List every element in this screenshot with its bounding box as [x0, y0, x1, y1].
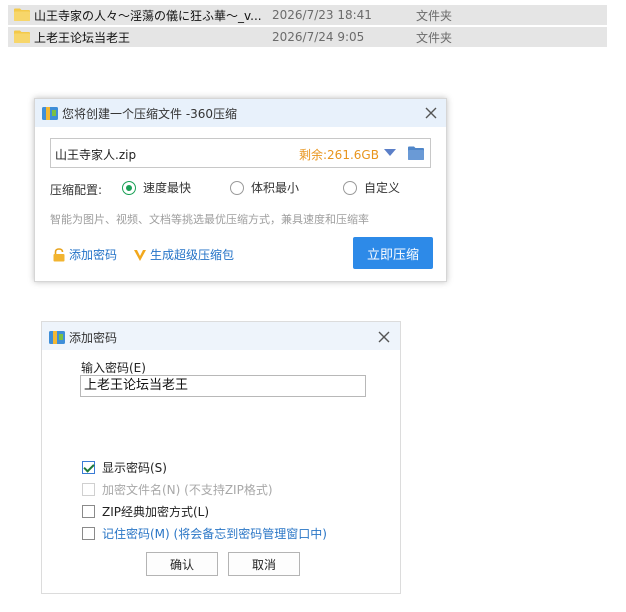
close-icon[interactable]	[423, 105, 439, 121]
checkbox-label: 显示密码(S)	[102, 461, 167, 475]
config-label: 压缩配置:	[50, 183, 103, 197]
checkbox-checked-icon	[82, 461, 95, 474]
file-name: 山王寺家の人々～淫蕩の儀に狂ふ華～_v...	[34, 8, 262, 23]
radio-custom[interactable]: 自定义	[343, 179, 400, 196]
archive-app-icon	[49, 331, 65, 344]
remember-label: 记住密码(M)	[102, 527, 170, 541]
vip-v-icon	[134, 249, 146, 261]
radio-label: 体积最小	[251, 181, 300, 195]
dialog-title: 您将创建一个压缩文件 -360压缩	[62, 107, 238, 121]
dialog-titlebar[interactable]: 添加密码	[42, 322, 400, 350]
password-input[interactable]: 上老王论坛当老王	[80, 375, 366, 397]
show-password-checkbox[interactable]: 显示密码(S)	[82, 459, 167, 476]
file-name: 上老王论坛当老王	[34, 30, 131, 45]
radio-smallest[interactable]: 体积最小	[230, 179, 299, 196]
radio-label: 速度最快	[143, 181, 192, 195]
file-date: 2026/7/24 9:05	[272, 30, 365, 44]
dialog-title: 添加密码	[69, 331, 118, 345]
config-hint: 智能为图片、视频、文档等挑选最优压缩方式，兼具速度和压缩率	[50, 213, 369, 226]
cancel-button[interactable]: 取消	[228, 552, 300, 576]
file-type: 文件夹	[416, 30, 453, 45]
free-space-label: 剩余:261.6GB	[299, 148, 379, 162]
file-row[interactable]: 山王寺家の人々～淫蕩の儀に狂ふ華～_v... 2026/7/23 18:41 文…	[8, 5, 607, 25]
checkbox-label: 加密文件名(N) (不支持ZIP格式)	[102, 483, 273, 497]
remember-note: (将会备忘到密码管理窗口中)	[173, 527, 327, 541]
archive-app-icon	[42, 107, 58, 120]
password-input-label: 输入密码(E)	[81, 361, 146, 375]
checkbox-icon	[82, 527, 95, 540]
compress-now-button[interactable]: 立即压缩	[353, 237, 433, 269]
dialog-titlebar[interactable]: 您将创建一个压缩文件 -360压缩	[35, 99, 446, 127]
close-icon[interactable]	[376, 329, 392, 345]
checkbox-icon	[82, 483, 95, 496]
archive-filename[interactable]: 山王寺家人.zip	[55, 146, 136, 163]
radio-icon	[230, 180, 244, 195]
file-type: 文件夹	[416, 8, 453, 23]
browse-folder-icon[interactable]	[408, 146, 424, 160]
file-date: 2026/7/23 18:41	[272, 8, 372, 22]
archive-path-field[interactable]: 山王寺家人.zip 剩余:261.6GB	[50, 138, 431, 168]
lock-icon	[53, 247, 65, 261]
super-pack-label: 生成超级压缩包	[150, 248, 235, 262]
folder-icon	[14, 8, 30, 21]
radio-label: 自定义	[364, 181, 401, 195]
ok-button[interactable]: 确认	[146, 552, 218, 576]
file-row[interactable]: 上老王论坛当老王 2026/7/24 9:05 文件夹	[8, 27, 607, 47]
checkbox-label: ZIP经典加密方式(L)	[102, 505, 210, 519]
checkbox-icon	[82, 505, 95, 518]
checkbox-label: 记住密码(M) (将会备忘到密码管理窗口中)	[102, 525, 327, 542]
password-dialog: 添加密码 输入密码(E) 上老王论坛当老王 显示密码(S) 加密文件名(N) (…	[41, 321, 401, 594]
zip-classic-checkbox[interactable]: ZIP经典加密方式(L)	[82, 503, 209, 520]
radio-icon	[343, 180, 357, 195]
add-password-label: 添加密码	[69, 248, 118, 262]
compress-dialog: 您将创建一个压缩文件 -360压缩 山王寺家人.zip 剩余:261.6GB 压…	[34, 98, 447, 282]
add-password-link[interactable]: 添加密码	[52, 246, 117, 263]
radio-fastest[interactable]: 速度最快	[122, 179, 191, 196]
encrypt-filenames-checkbox: 加密文件名(N) (不支持ZIP格式)	[82, 481, 273, 498]
chevron-down-icon[interactable]	[384, 149, 396, 156]
remember-password-checkbox[interactable]: 记住密码(M) (将会备忘到密码管理窗口中)	[82, 525, 327, 542]
super-pack-link[interactable]: 生成超级压缩包	[133, 246, 234, 263]
radio-selected-icon	[122, 180, 136, 195]
folder-icon	[14, 30, 30, 43]
